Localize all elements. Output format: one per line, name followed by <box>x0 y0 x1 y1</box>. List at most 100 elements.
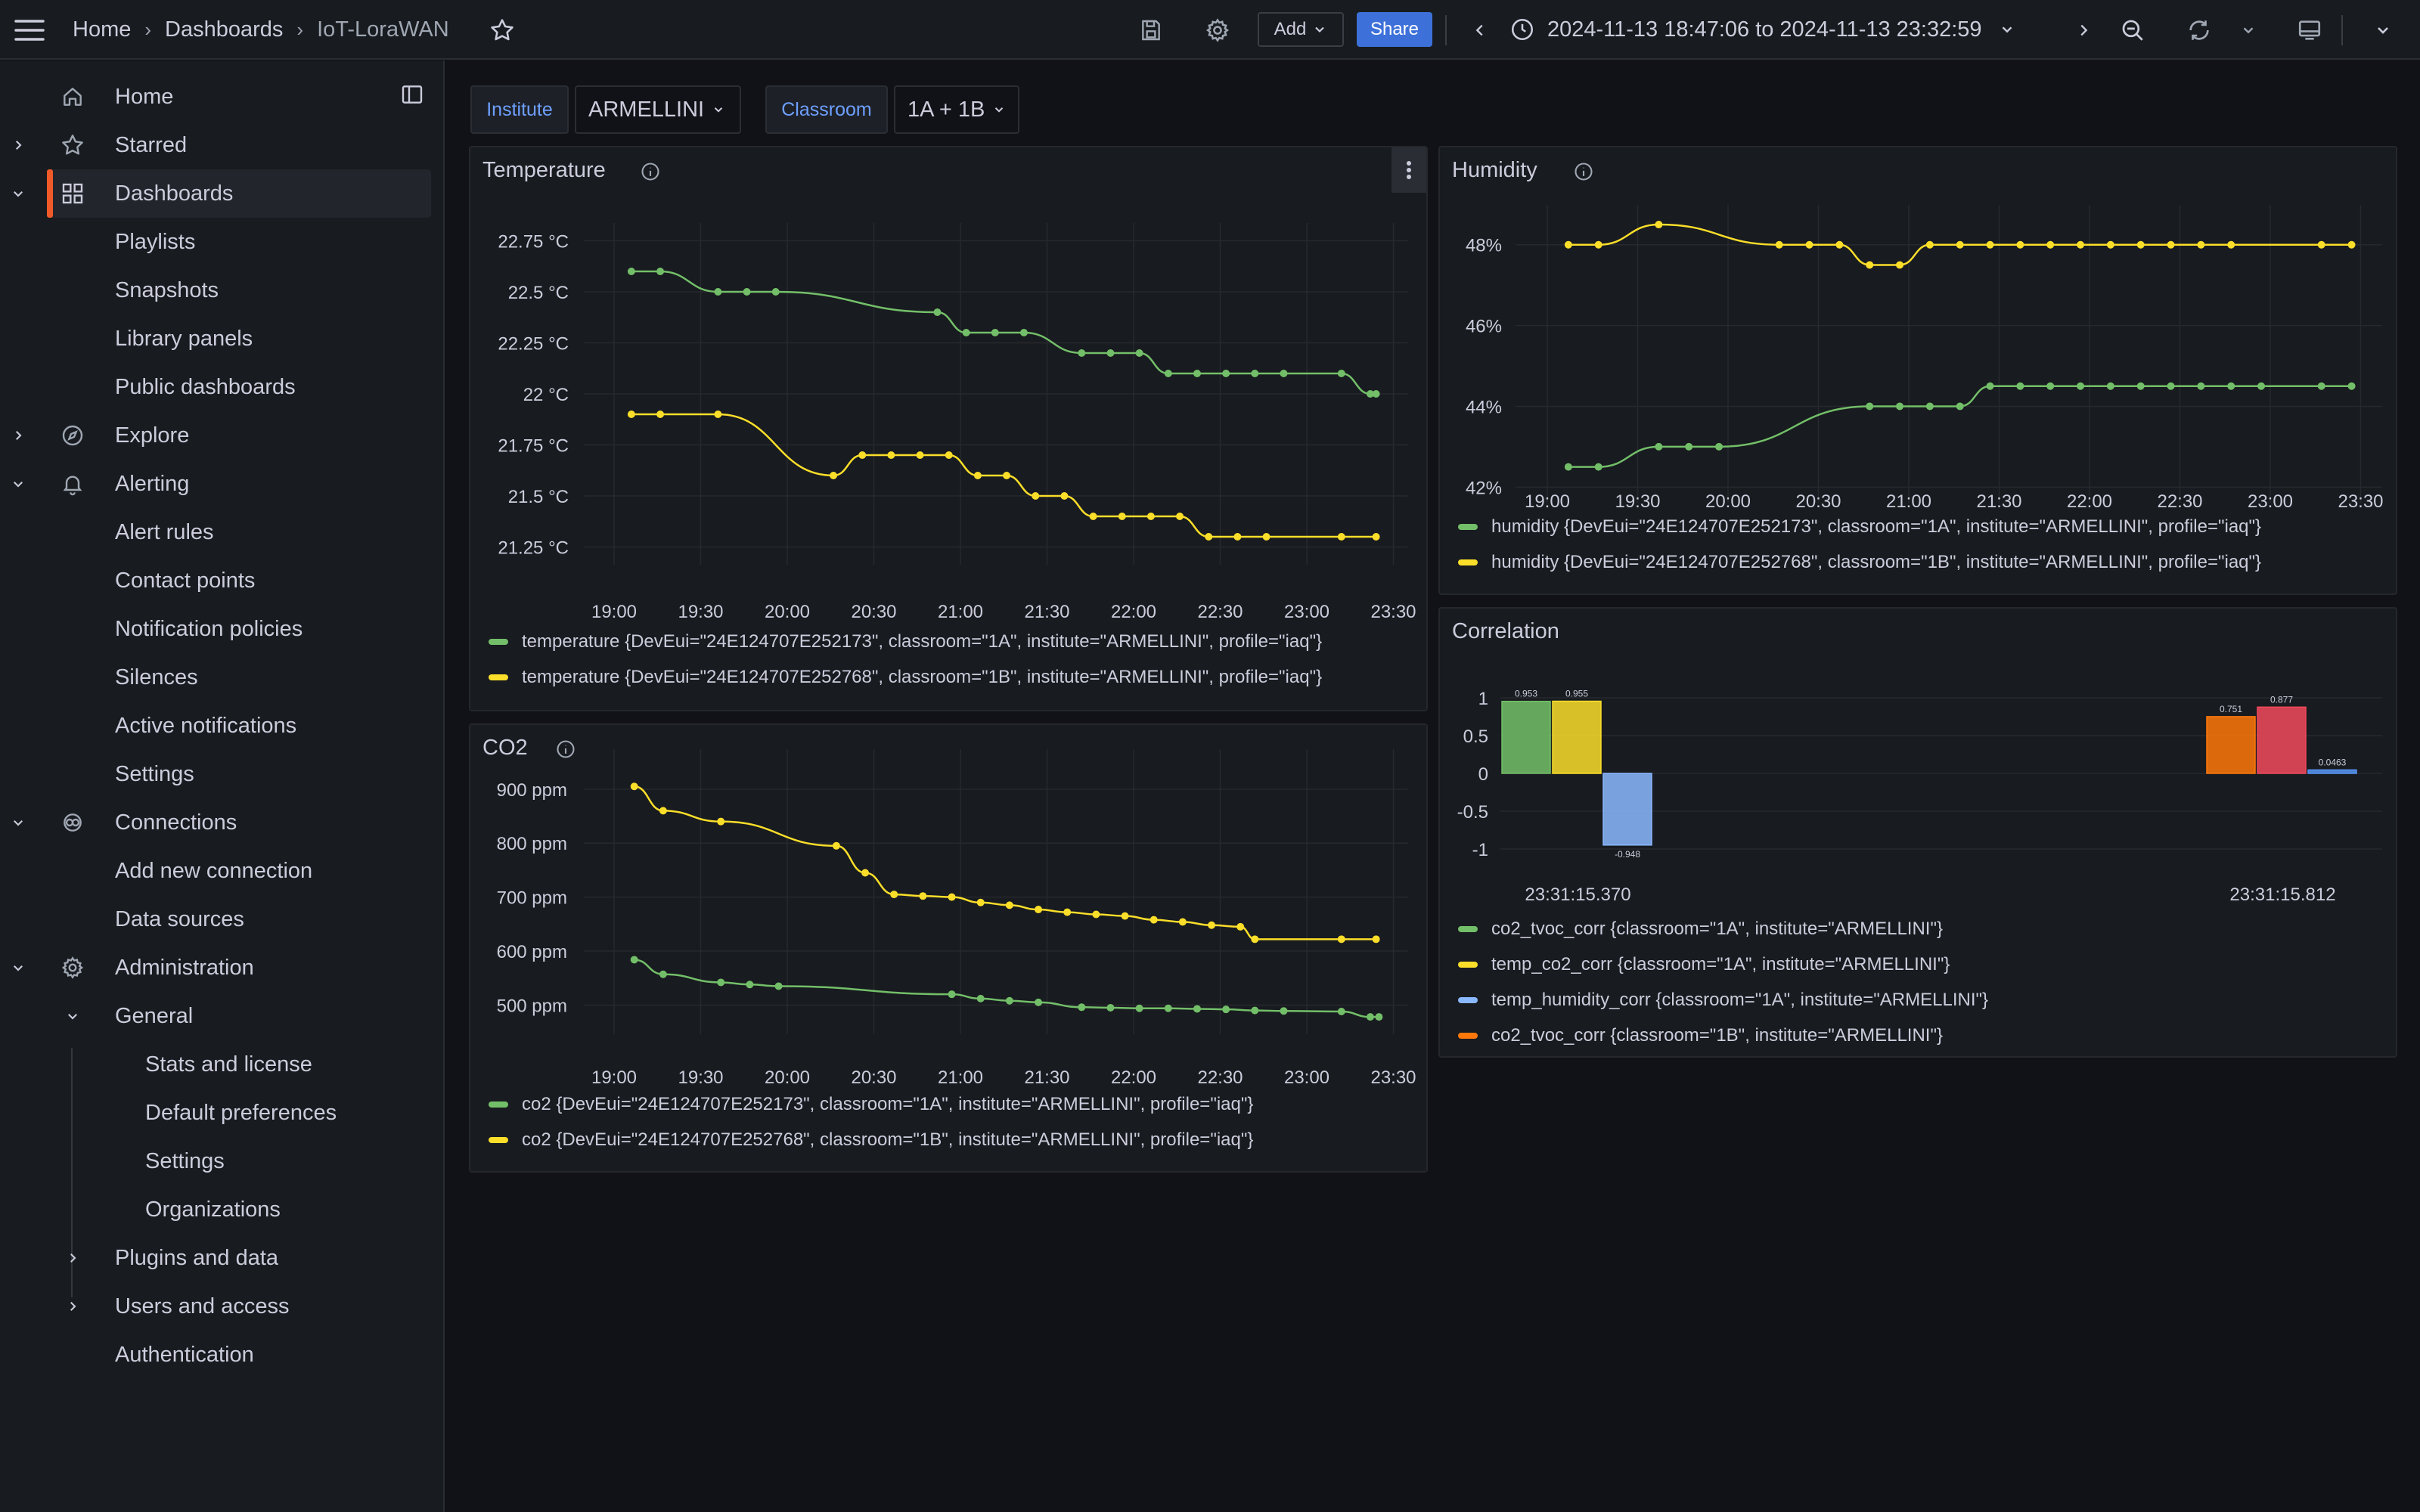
sidebar-item-contact-points[interactable]: Contact points <box>0 556 445 605</box>
legend-item[interactable]: humidity {DevEui="24E124707E252173", cla… <box>1458 516 2261 538</box>
data-point <box>887 451 895 459</box>
chevron-right-icon[interactable] <box>64 1249 82 1267</box>
legend-item[interactable]: temp_humidity_corr {classroom="1A", inst… <box>1458 990 1988 1011</box>
active-indicator <box>47 169 53 218</box>
sidebar-item-alerting-settings[interactable]: Settings <box>0 750 445 798</box>
sidebar-item-home[interactable]: Home <box>0 73 445 121</box>
sidebar-item-silences[interactable]: Silences <box>0 653 445 702</box>
gear-icon[interactable] <box>1202 15 1233 45</box>
panel-humidity[interactable]: Humidity 48% 46% 44% 42% 19:00 19:30 20:00 20:3… <box>1438 146 2397 595</box>
share-button[interactable]: Share <box>1357 12 1432 47</box>
chevron-right-icon[interactable] <box>9 426 27 445</box>
data-point <box>1896 261 1904 269</box>
classroom-select[interactable]: 1A + 1B <box>894 85 1019 134</box>
sidebar-item-administration[interactable]: Administration <box>0 943 445 992</box>
sidebar-item-public-dashboards[interactable]: Public dashboards <box>0 363 445 411</box>
sidebar-item-starred[interactable]: Starred <box>0 121 445 169</box>
sidebar-item-admin-settings[interactable]: Settings <box>0 1137 445 1185</box>
data-point <box>1032 492 1040 500</box>
data-point <box>1193 370 1201 377</box>
y-tick-label: 1 <box>1478 689 1488 709</box>
menu-icon[interactable] <box>14 17 45 44</box>
data-point <box>2167 382 2175 390</box>
x-tick-label: 23:30 <box>1370 602 1416 622</box>
panel-co2[interactable]: CO2 900 ppm 800 ppm 700 ppm 600 ppm 500 ppm 1… <box>469 723 1428 1173</box>
data-point <box>919 892 927 900</box>
chevron-right-icon[interactable] <box>2072 17 2095 44</box>
chevron-down-icon[interactable] <box>2370 18 2396 42</box>
sidebar-item-label: Data sources <box>115 906 244 931</box>
y-tick-label: 800 ppm <box>497 834 567 854</box>
breadcrumb-home[interactable]: Home <box>73 17 131 42</box>
zoom-out-icon[interactable] <box>2118 15 2148 45</box>
star-icon[interactable] <box>487 15 517 45</box>
sidebar-item-label: Alert rules <box>115 519 214 544</box>
breadcrumb-dashboards[interactable]: Dashboards <box>165 17 283 42</box>
data-point <box>1280 370 1288 377</box>
y-tick-label: 0.5 <box>1463 727 1488 747</box>
sidebar-item-snapshots[interactable]: Snapshots <box>0 266 445 314</box>
tv-icon[interactable] <box>2294 15 2325 45</box>
chevron-down-icon[interactable] <box>2237 18 2260 42</box>
sidebar-item-default-preferences[interactable]: Default preferences <box>0 1089 445 1137</box>
data-point <box>1121 912 1129 920</box>
sidebar-item-add-new-connection[interactable]: Add new connection <box>0 847 445 895</box>
legend-item[interactable]: co2 {DevEui="24E124707E252173", classroo… <box>489 1094 1253 1115</box>
sidebar-item-connections[interactable]: Connections <box>0 798 445 847</box>
time-range-picker[interactable]: 2024-11-13 18:47:06 to 2024-11-13 23:32:… <box>1509 14 2054 45</box>
data-point <box>1078 1003 1086 1012</box>
chevron-left-icon[interactable] <box>1469 17 1491 44</box>
data-point <box>1205 533 1213 541</box>
sidebar-item-playlists[interactable]: Playlists <box>0 218 445 266</box>
compass-icon <box>57 420 88 451</box>
panel-temperature[interactable]: Temperature 22.75 °C 22.5 °C 22.25 °C 22 °C… <box>469 146 1428 711</box>
sidebar-item-data-sources[interactable]: Data sources <box>0 895 445 943</box>
save-icon[interactable] <box>1136 15 1166 45</box>
legend-swatch <box>1458 997 1478 1003</box>
chevron-right-icon[interactable] <box>9 136 27 154</box>
legend-item[interactable]: humidity {DevEui="24E124707E252768", cla… <box>1458 552 2261 573</box>
sidebar-item-authentication[interactable]: Authentication <box>0 1331 445 1379</box>
sidebar-item-alert-rules[interactable]: Alert rules <box>0 508 445 556</box>
sidebar-item-general[interactable]: General <box>0 992 445 1040</box>
chevron-right-icon[interactable] <box>64 1297 82 1315</box>
add-button[interactable]: Add <box>1258 12 1344 47</box>
sidebar-item-alerting[interactable]: Alerting <box>0 460 445 508</box>
legend-item[interactable]: temperature {DevEui="24E124707E252173", … <box>489 631 1322 652</box>
sidebar-item-notification-policies[interactable]: Notification policies <box>0 605 445 653</box>
data-point <box>1078 349 1086 357</box>
chevron-down-icon[interactable] <box>9 184 27 203</box>
sidebar-item-label: Authentication <box>115 1342 254 1367</box>
sidebar-item-users-and-access[interactable]: Users and access <box>0 1282 445 1331</box>
institute-select[interactable]: ARMELLINI <box>575 85 741 134</box>
sidebar-item-plugins-and-data[interactable]: Plugins and data <box>0 1234 445 1282</box>
chevron-down-icon[interactable] <box>9 475 27 493</box>
x-tick-label: 21:00 <box>938 1067 983 1088</box>
sidebar-item-explore[interactable]: Explore <box>0 411 445 460</box>
x-tick-label: 20:00 <box>1705 491 1751 512</box>
legend-item[interactable]: temp_co2_corr {classroom="1A", institute… <box>1458 954 1950 975</box>
data-point <box>1337 370 1345 377</box>
sidebar-item-organizations[interactable]: Organizations <box>0 1185 445 1234</box>
legend-item[interactable]: co2_tvoc_corr {classroom="1B", institute… <box>1458 1025 1943 1046</box>
chevron-down-icon <box>995 107 1004 113</box>
y-tick-label: 48% <box>1466 236 1502 256</box>
x-tick-label: 19:30 <box>678 1067 723 1088</box>
chevron-down-icon[interactable] <box>9 813 27 832</box>
legend-item[interactable]: co2_tvoc_corr {classroom="1A", institute… <box>1458 919 1943 940</box>
legend-item[interactable]: co2 {DevEui="24E124707E252768", classroo… <box>489 1129 1253 1151</box>
sidebar-item-active-notifications[interactable]: Active notifications <box>0 702 445 750</box>
panel-correlation[interactable]: Correlation 1 0.5 0 -0.5 -1 0.953 0.955 -0.948 2… <box>1438 607 2397 1058</box>
sidebar-item-stats-and-license[interactable]: Stats and license <box>0 1040 445 1089</box>
legend-item[interactable]: temperature {DevEui="24E124707E252768", … <box>489 667 1322 688</box>
chevron-down-icon[interactable] <box>64 1007 82 1025</box>
sidebar-item-dashboards[interactable]: Dashboards <box>47 169 431 218</box>
data-point <box>1193 1005 1201 1013</box>
data-point <box>630 782 638 791</box>
sidebar-item-library-panels[interactable]: Library panels <box>0 314 445 363</box>
refresh-icon[interactable] <box>2184 15 2214 45</box>
data-point <box>656 411 665 418</box>
legend-label: temperature {DevEui="24E124707E252173", … <box>522 631 1323 652</box>
x-tick-label: 23:00 <box>2248 491 2293 512</box>
chevron-down-icon[interactable] <box>9 959 27 977</box>
